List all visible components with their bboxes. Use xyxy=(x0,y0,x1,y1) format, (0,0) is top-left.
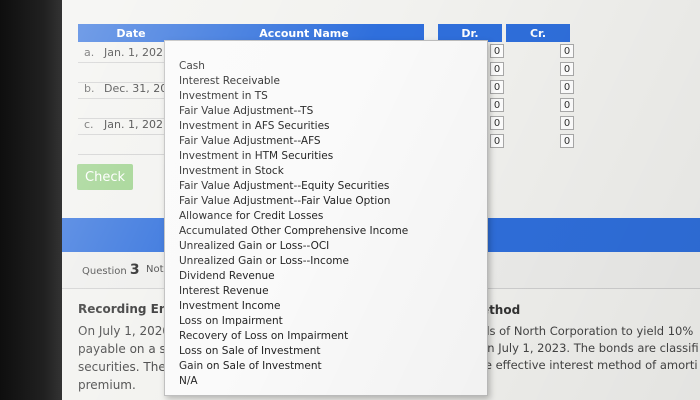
dropdown-option[interactable]: Investment Income xyxy=(179,299,408,314)
dropdown-option[interactable]: Cash xyxy=(179,59,408,74)
problem-text-line: premium. xyxy=(78,378,136,392)
row-label: c. xyxy=(84,117,94,131)
dropdown-option[interactable]: Allowance for Credit Losses xyxy=(179,209,408,224)
question-word: Question xyxy=(82,266,127,277)
date-value: Jan. 1, 202 xyxy=(104,45,163,59)
dropdown-option[interactable]: Loss on Sale of Investment xyxy=(179,344,408,359)
row-label: a. xyxy=(84,45,95,59)
account-name-dropdown[interactable]: Cash Interest Receivable Investment in T… xyxy=(164,40,488,396)
monitor-bezel xyxy=(0,0,62,400)
dropdown-option[interactable]: Investment in HTM Securities xyxy=(179,149,408,164)
credit-input[interactable]: 0 xyxy=(560,116,574,130)
question-number: 3 xyxy=(129,262,140,278)
dropdown-option[interactable]: Unrealized Gain or Loss--Income xyxy=(179,254,408,269)
dropdown-option[interactable]: Accumulated Other Comprehensive Income xyxy=(179,224,408,239)
dropdown-option[interactable]: Fair Value Adjustment--TS xyxy=(179,104,408,119)
problem-title: Recording Ent xyxy=(78,302,174,316)
debit-input[interactable]: 0 xyxy=(490,62,504,76)
row-label: b. xyxy=(84,81,95,95)
credit-input[interactable]: 0 xyxy=(560,44,574,58)
dropdown-option[interactable]: Fair Value Adjustment--AFS xyxy=(179,134,408,149)
dropdown-option[interactable]: Unrealized Gain or Loss--OCI xyxy=(179,239,408,254)
dropdown-option[interactable]: Investment in TS xyxy=(179,89,408,104)
dropdown-option[interactable]: Interest Receivable xyxy=(179,74,408,89)
dropdown-option[interactable]: Gain on Sale of Investment xyxy=(179,359,408,374)
dropdown-option[interactable]: Fair Value Adjustment--Fair Value Option xyxy=(179,194,408,209)
problem-text-line: payable on a s xyxy=(78,342,166,356)
credit-input[interactable]: 0 xyxy=(560,80,574,94)
problem-text-line: On July 1, 2020 xyxy=(78,324,171,338)
credit-header: Cr. xyxy=(506,24,570,42)
dropdown-options: Cash Interest Receivable Investment in T… xyxy=(179,59,408,389)
debit-input[interactable]: 0 xyxy=(490,98,504,112)
credit-input[interactable]: 0 xyxy=(560,62,574,76)
dropdown-option[interactable]: Loss on Impairment xyxy=(179,314,408,329)
dropdown-option[interactable]: N/A xyxy=(179,374,408,389)
credit-input[interactable]: 0 xyxy=(560,134,574,148)
check-button[interactable]: Check xyxy=(77,164,133,190)
problem-text-line: securities. The xyxy=(78,360,166,374)
dropdown-option[interactable]: Investment in Stock xyxy=(179,164,408,179)
screen: Date Account Name Dr. Cr. a. Jan. 1, 202… xyxy=(62,0,700,400)
dropdown-option[interactable]: Fair Value Adjustment--Equity Securities xyxy=(179,179,408,194)
debit-input[interactable]: 0 xyxy=(490,134,504,148)
dropdown-option[interactable]: Interest Revenue xyxy=(179,284,408,299)
debit-input[interactable]: 0 xyxy=(490,44,504,58)
debit-input[interactable]: 0 xyxy=(490,80,504,94)
dropdown-option[interactable]: Recovery of Loss on Impairment xyxy=(179,329,408,344)
dropdown-option[interactable]: Dividend Revenue xyxy=(179,269,408,284)
credit-input[interactable]: 0 xyxy=(560,98,574,112)
debit-input[interactable]: 0 xyxy=(490,116,504,130)
question-label: Question 3 xyxy=(82,262,140,278)
dropdown-option[interactable]: Investment in AFS Securities xyxy=(179,119,408,134)
question-note: Not xyxy=(146,264,164,275)
